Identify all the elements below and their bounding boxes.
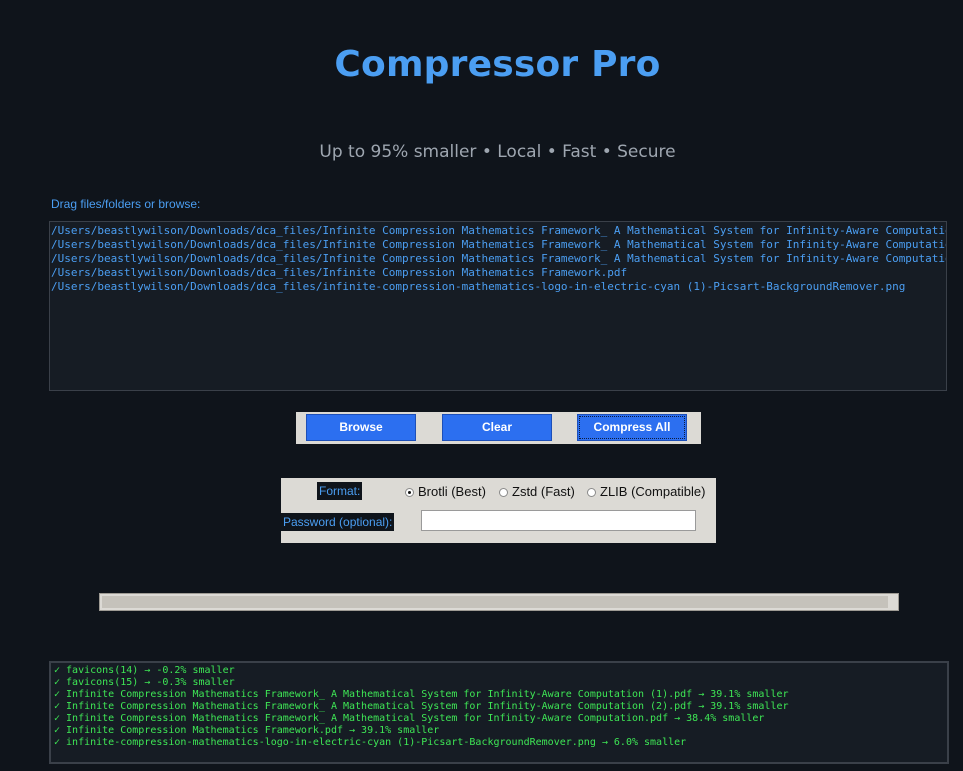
compress-all-button[interactable]: Compress All — [577, 414, 687, 441]
file-drop-list[interactable]: /Users/beastlywilson/Downloads/dca_files… — [49, 221, 947, 391]
format-option-brotli[interactable]: Brotli (Best) — [405, 484, 486, 500]
format-option-label: Zstd (Fast) — [512, 484, 575, 499]
log-line: ✓ Infinite Compression Mathematics Frame… — [54, 725, 440, 736]
log-line: ✓ Infinite Compression Mathematics Frame… — [54, 701, 789, 712]
format-option-label: ZLIB (Compatible) — [600, 484, 706, 499]
results-log[interactable]: ✓ favicons(14) → -0.2% smaller ✓ favicon… — [49, 661, 949, 764]
format-option-label: Brotli (Best) — [418, 484, 486, 499]
format-option-zstd[interactable]: Zstd (Fast) — [499, 484, 575, 500]
file-list-item[interactable]: /Users/beastlywilson/Downloads/dca_files… — [51, 266, 946, 280]
radio-checked-icon — [405, 487, 414, 497]
file-list-item[interactable]: /Users/beastlywilson/Downloads/dca_files… — [51, 252, 946, 266]
format-label: Format: — [317, 482, 363, 500]
app-title: Compressor Pro — [334, 44, 661, 85]
radio-unchecked-icon — [499, 487, 508, 497]
drop-zone-label: Drag files/folders or browse: — [51, 197, 201, 211]
log-line: ✓ Infinite Compression Mathematics Frame… — [54, 689, 789, 700]
password-label: Password (optional): — [281, 513, 395, 531]
log-line: ✓ favicons(14) → -0.2% smaller — [54, 665, 235, 676]
clear-button[interactable]: Clear — [442, 414, 552, 441]
file-list-item[interactable]: /Users/beastlywilson/Downloads/dca_files… — [51, 238, 946, 252]
log-line: ✓ infinite-compression-mathematics-logo-… — [54, 737, 687, 748]
log-line: ✓ favicons(15) → -0.3% smaller — [54, 677, 235, 688]
log-line: ✓ Infinite Compression Mathematics Frame… — [54, 713, 765, 724]
format-option-zlib[interactable]: ZLIB (Compatible) — [587, 484, 705, 500]
options-panel: Format: Brotli (Best) Zstd (Fast) ZLIB (… — [281, 478, 716, 543]
action-button-bar: Browse Clear Compress All — [296, 412, 701, 444]
progress-bar — [99, 593, 899, 611]
app-subtitle: Up to 95% smaller • Local • Fast • Secur… — [319, 142, 676, 162]
file-list-item[interactable]: /Users/beastlywilson/Downloads/dca_files… — [51, 224, 946, 238]
password-input[interactable] — [421, 510, 696, 531]
progress-fill — [102, 596, 889, 608]
browse-button[interactable]: Browse — [306, 414, 416, 441]
radio-unchecked-icon — [587, 487, 596, 497]
file-list-item[interactable]: /Users/beastlywilson/Downloads/dca_files… — [51, 280, 946, 294]
